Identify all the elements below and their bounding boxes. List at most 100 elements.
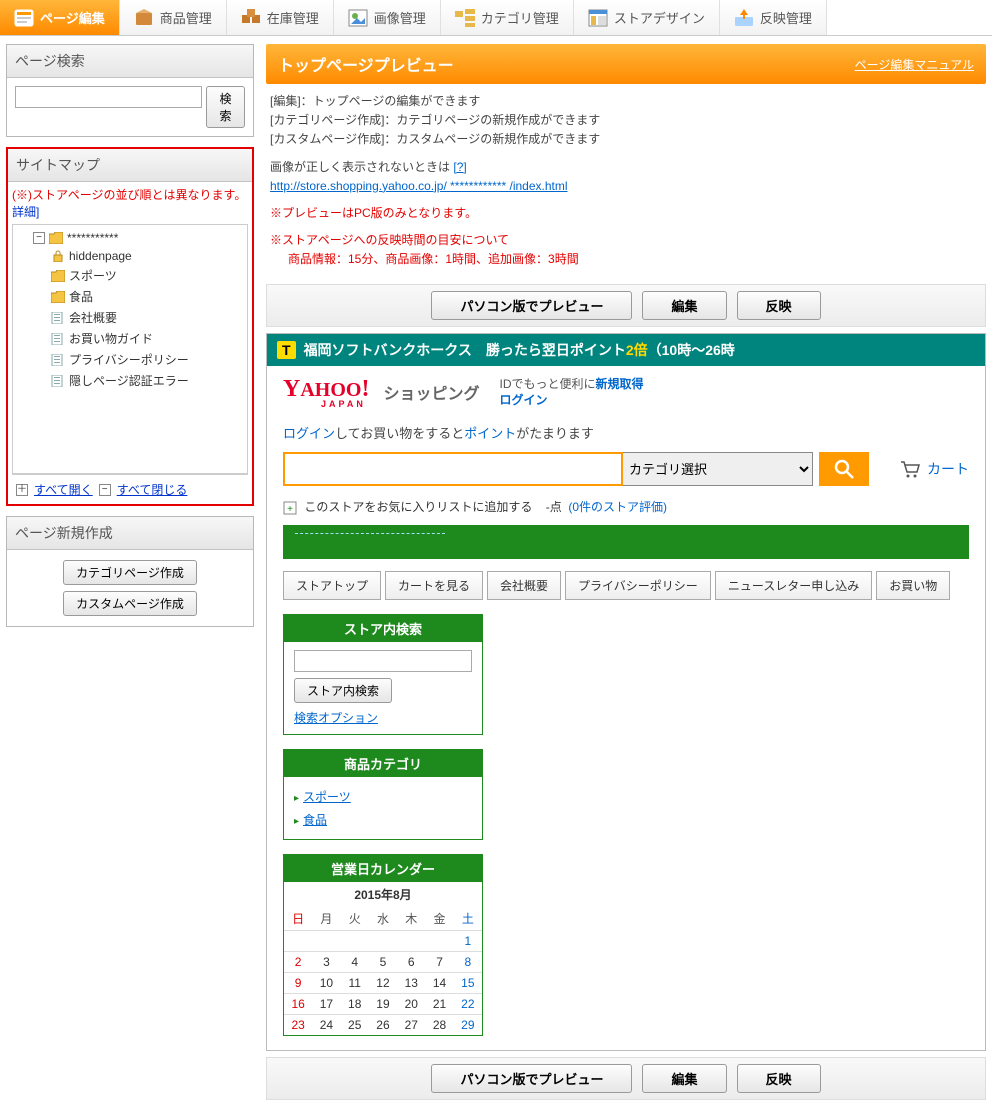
calendar-day[interactable]: 19: [369, 994, 397, 1015]
calendar-day[interactable]: 24: [312, 1015, 340, 1036]
tree-item[interactable]: スポーツ: [51, 265, 245, 286]
calendar-day[interactable]: 12: [369, 973, 397, 994]
tree-item[interactable]: プライバシーポリシー: [51, 349, 245, 370]
page-edit-icon: [14, 9, 34, 27]
reflect-button[interactable]: 反映: [737, 291, 821, 320]
page-search-button[interactable]: 検索: [206, 86, 245, 128]
edit-button[interactable]: 編集: [642, 291, 726, 320]
create-custom-page-button[interactable]: カスタムページ作成: [63, 591, 197, 616]
calendar-day[interactable]: 13: [397, 973, 425, 994]
help-link[interactable]: [?]: [453, 160, 466, 174]
calendar-day[interactable]: 4: [341, 952, 369, 973]
expand-all-link[interactable]: すべて開く: [34, 481, 93, 498]
calendar-day[interactable]: 14: [425, 973, 453, 994]
sitemap-detail-link[interactable]: 詳細]: [12, 205, 39, 219]
calendar-day[interactable]: 17: [312, 994, 340, 1015]
sitemap-tree[interactable]: − *********** hiddenpageスポーツ食品会社概要お買い物ガイ…: [12, 224, 248, 474]
store-search-button[interactable]: [819, 452, 869, 486]
expand-icon[interactable]: ＋: [16, 484, 28, 496]
calendar-day[interactable]: [397, 931, 425, 952]
preview-pc-button[interactable]: パソコン版でプレビュー: [431, 1064, 632, 1093]
category-item[interactable]: 食品: [294, 808, 472, 831]
in-store-search-button[interactable]: ストア内検索: [294, 678, 392, 703]
calendar-day[interactable]: 7: [425, 952, 453, 973]
collapse-icon[interactable]: −: [99, 484, 111, 496]
calendar-day[interactable]: 21: [425, 994, 453, 1015]
preview-url-link[interactable]: http://store.shopping.yahoo.co.jp/ *****…: [270, 179, 568, 193]
calendar-day[interactable]: 1: [454, 931, 482, 952]
edit-button[interactable]: 編集: [642, 1064, 726, 1093]
calendar-day[interactable]: 25: [341, 1015, 369, 1036]
calendar-day[interactable]: 29: [454, 1015, 482, 1036]
login-link[interactable]: ログイン: [499, 393, 547, 407]
calendar-dow: 月: [312, 907, 340, 931]
in-store-search-input[interactable]: [294, 650, 472, 672]
yahoo-logo[interactable]: YAHOO! JAPAN: [283, 376, 369, 409]
reflect-button[interactable]: 反映: [737, 1064, 821, 1093]
calendar-day[interactable]: 28: [425, 1015, 453, 1036]
nav-page-edit[interactable]: ページ編集: [0, 0, 120, 35]
store-tab[interactable]: プライバシーポリシー: [565, 571, 711, 600]
page-search-input[interactable]: [15, 86, 202, 108]
calendar-day[interactable]: 18: [341, 994, 369, 1015]
tree-root-node[interactable]: − ***********: [33, 229, 245, 247]
store-tab[interactable]: カートを見る: [385, 571, 483, 600]
tree-item[interactable]: 隠しページ認証エラー: [51, 370, 245, 391]
calendar-day[interactable]: 8: [454, 952, 482, 973]
store-tab[interactable]: 会社概要: [487, 571, 561, 600]
calendar-day[interactable]: [369, 931, 397, 952]
nav-design[interactable]: ストアデザイン: [574, 0, 720, 35]
calendar-day[interactable]: 15: [454, 973, 482, 994]
calendar-day[interactable]: [425, 931, 453, 952]
create-category-page-button[interactable]: カテゴリページ作成: [63, 560, 197, 585]
reflect-note: ※ストアページへの反映時間の目安について 商品情報：15分、商品画像：1時間、追…: [270, 231, 982, 269]
calendar-day[interactable]: 9: [284, 973, 312, 994]
nav-inventory[interactable]: 在庫管理: [227, 0, 334, 35]
tree-controls: ＋ すべて開く − すべて閉じる: [12, 474, 248, 504]
calendar-day[interactable]: 22: [454, 994, 482, 1015]
collapse-all-link[interactable]: すべて閉じる: [117, 481, 188, 498]
calendar-day[interactable]: 20: [397, 994, 425, 1015]
tree-item[interactable]: お買い物ガイド: [51, 328, 245, 349]
store-search-input[interactable]: [283, 452, 623, 486]
calendar-day[interactable]: 10: [312, 973, 340, 994]
search-options-link[interactable]: 検索オプション: [294, 711, 378, 725]
calendar-day[interactable]: 2: [284, 952, 312, 973]
reviews-link[interactable]: (0件のストア評価): [568, 500, 667, 514]
preview-pc-button[interactable]: パソコン版でプレビュー: [431, 291, 632, 320]
nav-image[interactable]: 画像管理: [334, 0, 441, 35]
category-select[interactable]: カテゴリ選択: [623, 452, 813, 486]
tree-item[interactable]: 会社概要: [51, 307, 245, 328]
calendar-day[interactable]: [341, 931, 369, 952]
point-link[interactable]: ポイント: [464, 426, 516, 441]
manual-link[interactable]: ページ編集マニュアル: [855, 56, 974, 73]
calendar-day[interactable]: [312, 931, 340, 952]
calendar-day[interactable]: 5: [369, 952, 397, 973]
calendar-day[interactable]: [284, 931, 312, 952]
calendar-day[interactable]: 11: [341, 973, 369, 994]
new-registration-link[interactable]: 新規取得: [596, 377, 644, 391]
tree-item[interactable]: 食品: [51, 286, 245, 307]
cart-button[interactable]: カート: [899, 452, 969, 486]
store-tab[interactable]: お買い物: [876, 571, 950, 600]
store-tab[interactable]: ストアトップ: [283, 571, 381, 600]
calendar-day[interactable]: 16: [284, 994, 312, 1015]
calendar-day[interactable]: 27: [397, 1015, 425, 1036]
add-favorite-link[interactable]: このストアをお気に入りリストに追加する: [304, 500, 532, 514]
add-favorite-icon[interactable]: +: [283, 501, 297, 515]
top-nav: ページ編集 商品管理 在庫管理 画像管理 カテゴリ管理 ストアデザイン 反映管理: [0, 0, 992, 36]
calendar-day[interactable]: 23: [284, 1015, 312, 1036]
tree-item-label: プライバシーポリシー: [69, 351, 189, 368]
store-tab[interactable]: ニュースレター申し込み: [715, 571, 872, 600]
calendar-day[interactable]: 6: [397, 952, 425, 973]
category-item[interactable]: スポーツ: [294, 785, 472, 808]
collapse-icon[interactable]: −: [33, 232, 45, 244]
calendar-day[interactable]: 26: [369, 1015, 397, 1036]
login-link-2[interactable]: ログイン: [283, 426, 335, 441]
tree-item[interactable]: hiddenpage: [51, 247, 245, 265]
nav-product[interactable]: 商品管理: [120, 0, 227, 35]
campaign-banner[interactable]: T 福岡ソフトバンクホークス 勝ったら翌日ポイント2倍（10時～26時: [267, 334, 985, 366]
nav-reflect[interactable]: 反映管理: [720, 0, 827, 35]
calendar-day[interactable]: 3: [312, 952, 340, 973]
nav-category[interactable]: カテゴリ管理: [441, 0, 574, 35]
